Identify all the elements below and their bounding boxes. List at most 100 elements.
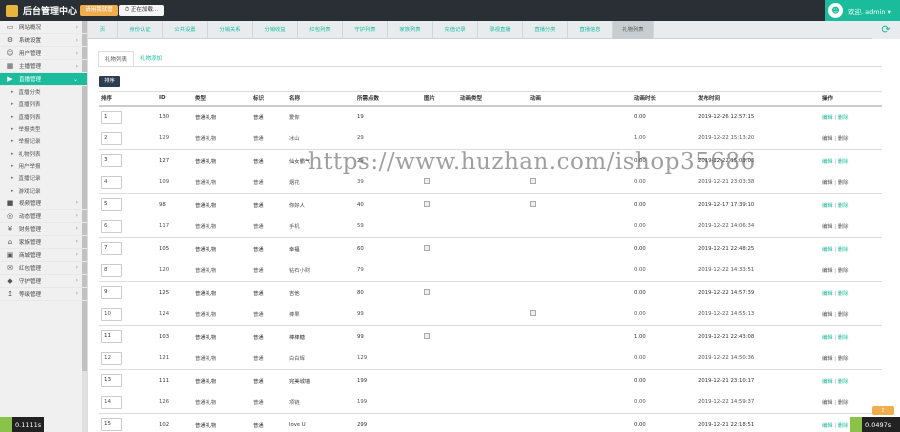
header-secondary-button[interactable]: ⏱ 正在加载... bbox=[119, 5, 164, 16]
sidebar-item[interactable]: ▣ 商城管理 › bbox=[0, 249, 87, 262]
sort-input[interactable]: 4 bbox=[101, 175, 122, 189]
duration-cell: 0.00 bbox=[634, 311, 646, 318]
sidebar-item[interactable]: ◆ 守护管理 › bbox=[0, 275, 87, 288]
delete-link[interactable]: 删除 bbox=[838, 379, 849, 385]
sidebar-item[interactable]: ▦ 主播管理 › bbox=[0, 60, 87, 73]
delete-link[interactable]: 删除 bbox=[838, 400, 849, 406]
tab-item[interactable]: 录视直播 bbox=[478, 21, 523, 39]
edit-link[interactable]: 编辑 bbox=[822, 247, 833, 253]
id-cell: 130 bbox=[157, 105, 193, 128]
sort-input[interactable]: 5 bbox=[101, 198, 122, 212]
edit-link[interactable]: 编辑 bbox=[822, 291, 833, 297]
delete-link[interactable]: 删除 bbox=[838, 247, 849, 253]
sort-input[interactable]: 15 bbox=[101, 418, 122, 432]
sidebar-item[interactable]: ▶ 直播管理 ⌄ bbox=[0, 73, 87, 86]
delete-link[interactable]: 删除 bbox=[838, 291, 849, 297]
mark-cell: 普通 bbox=[251, 281, 287, 304]
delete-link[interactable]: 删除 bbox=[838, 356, 849, 362]
sort-input[interactable]: 12 bbox=[101, 351, 122, 365]
edit-link[interactable]: 编辑 bbox=[822, 203, 833, 209]
sidebar-item[interactable]: ▭ 网站概况 › bbox=[0, 21, 87, 34]
sidebar-item[interactable]: ¥ 财务管理 › bbox=[0, 223, 87, 236]
tab-item[interactable]: 守护列表 bbox=[343, 21, 388, 39]
sort-input[interactable]: 13 bbox=[101, 374, 122, 388]
brand[interactable]: 后台管理中心 bbox=[0, 0, 80, 21]
duration-cell: 0.00 bbox=[632, 105, 696, 128]
tab-item[interactable]: 充值记录 bbox=[433, 21, 478, 39]
tab-item[interactable]: 直播信息 bbox=[568, 21, 613, 39]
sidebar-subitem[interactable]: ▸ 举报记录 bbox=[0, 135, 87, 147]
sidebar-item[interactable]: ◎ 动态管理 › bbox=[0, 210, 87, 223]
tab-item[interactable]: 身份认证 bbox=[118, 21, 163, 39]
price-cell: 19 bbox=[355, 105, 422, 128]
sort-input[interactable]: 10 bbox=[101, 307, 122, 321]
tab-item[interactable]: 家族列表 bbox=[388, 21, 433, 39]
delete-link[interactable]: 删除 bbox=[838, 335, 849, 341]
sidebar-item[interactable]: ⌂ 家族管理 › bbox=[0, 236, 87, 249]
sort-cell: 11 bbox=[99, 325, 157, 348]
edit-link[interactable]: 编辑 bbox=[822, 268, 833, 274]
user-menu[interactable]: ☻ 欢迎, admin ▾ bbox=[825, 0, 900, 21]
sort-input[interactable]: 11 bbox=[101, 330, 122, 344]
sidebar-item[interactable]: ✉ 红包管理 › bbox=[0, 262, 87, 275]
tab-item[interactable]: 红包列表 bbox=[298, 21, 343, 39]
tab-item[interactable]: 直播分类 bbox=[523, 21, 568, 39]
edit-link[interactable]: 编辑 bbox=[822, 379, 833, 385]
sidebar-subitem[interactable]: ▸ 直播记录 bbox=[0, 172, 87, 184]
edit-link[interactable]: 编辑 bbox=[822, 115, 833, 121]
sort-input[interactable]: 9 bbox=[101, 286, 122, 300]
subtab-gift-add[interactable]: 礼物添加 bbox=[134, 51, 168, 67]
delete-link[interactable]: 删除 bbox=[838, 159, 849, 165]
type-cell: 普通礼物 bbox=[193, 281, 251, 304]
refresh-icon[interactable]: ⟳ bbox=[872, 21, 900, 39]
tab-item[interactable]: 分销收益 bbox=[253, 21, 298, 39]
sort-input[interactable]: 2 bbox=[101, 131, 122, 145]
delete-link[interactable]: 删除 bbox=[838, 136, 849, 142]
tab-item[interactable]: 公共设置 bbox=[163, 21, 208, 39]
sort-input[interactable]: 6 bbox=[101, 219, 122, 233]
anim-cell bbox=[528, 105, 632, 128]
scroll-top-button[interactable]: ⇪ bbox=[872, 406, 894, 415]
sort-input[interactable]: 7 bbox=[101, 242, 122, 256]
subtab-gift-list[interactable]: 礼物列表 bbox=[98, 51, 135, 67]
edit-link[interactable]: 编辑 bbox=[822, 136, 833, 142]
delete-link[interactable]: 删除 bbox=[838, 115, 849, 121]
sidebar-item[interactable]: ■ 视频管理 › bbox=[0, 197, 87, 210]
edit-link[interactable]: 编辑 bbox=[822, 180, 833, 186]
tab-item[interactable]: 分销关系 bbox=[208, 21, 253, 39]
edit-link[interactable]: 编辑 bbox=[822, 423, 833, 429]
edit-link[interactable]: 编辑 bbox=[822, 312, 833, 318]
edit-link[interactable]: 编辑 bbox=[822, 335, 833, 341]
sidebar-subitem[interactable]: ▸ 直播分类 bbox=[0, 86, 87, 98]
user-label: 欢迎, admin ▾ bbox=[848, 7, 891, 16]
delete-link[interactable]: 删除 bbox=[838, 180, 849, 186]
sidebar-subitem[interactable]: ▸ 直播列表 bbox=[0, 111, 87, 123]
sidebar-item[interactable]: ⚙ 系统设置 › bbox=[0, 34, 87, 47]
sort-input[interactable]: 3 bbox=[101, 154, 122, 168]
edit-link[interactable]: 编辑 bbox=[822, 159, 833, 165]
edit-link[interactable]: 编辑 bbox=[822, 400, 833, 406]
sort-input[interactable]: 1 bbox=[101, 110, 122, 124]
edit-link[interactable]: 编辑 bbox=[822, 224, 833, 230]
sidebar-subitem[interactable]: ▸ 游戏记录 bbox=[0, 184, 87, 196]
sort-button[interactable]: 排序 bbox=[99, 76, 120, 87]
delete-link[interactable]: 删除 bbox=[838, 203, 849, 209]
header-primary-button[interactable]: 请用我就管 bbox=[80, 5, 118, 16]
sort-input[interactable]: 8 bbox=[101, 263, 122, 277]
delete-link[interactable]: 删除 bbox=[838, 423, 849, 429]
edit-link[interactable]: 编辑 bbox=[822, 356, 833, 362]
table-row: 9 125 普通礼物 普通 吉他 80 0.00 2019-12-22 14:57:39 编辑 … bbox=[99, 281, 882, 304]
sidebar-item[interactable]: ☺ 用户管理 › bbox=[0, 47, 87, 60]
sidebar-subitem[interactable]: ▸ 举报类型 bbox=[0, 123, 87, 135]
tab-item[interactable]: 礼物列表 bbox=[613, 21, 654, 39]
time-cell: 2019-12-21 23:10:17 bbox=[696, 369, 820, 392]
sidebar-subitem[interactable]: ▸ 用户举报 bbox=[0, 160, 87, 172]
sort-input[interactable]: 14 bbox=[101, 395, 122, 409]
delete-link[interactable]: 删除 bbox=[838, 224, 849, 230]
delete-link[interactable]: 删除 bbox=[838, 312, 849, 318]
tab-item[interactable]: 页 bbox=[88, 21, 118, 39]
sidebar-subitem[interactable]: ▸ 礼物列表 bbox=[0, 147, 87, 159]
delete-link[interactable]: 删除 bbox=[838, 268, 849, 274]
sidebar-item[interactable]: ↥ 等级管理 › bbox=[0, 288, 87, 301]
sidebar-subitem[interactable]: ▸ 直播列表 bbox=[0, 98, 87, 110]
